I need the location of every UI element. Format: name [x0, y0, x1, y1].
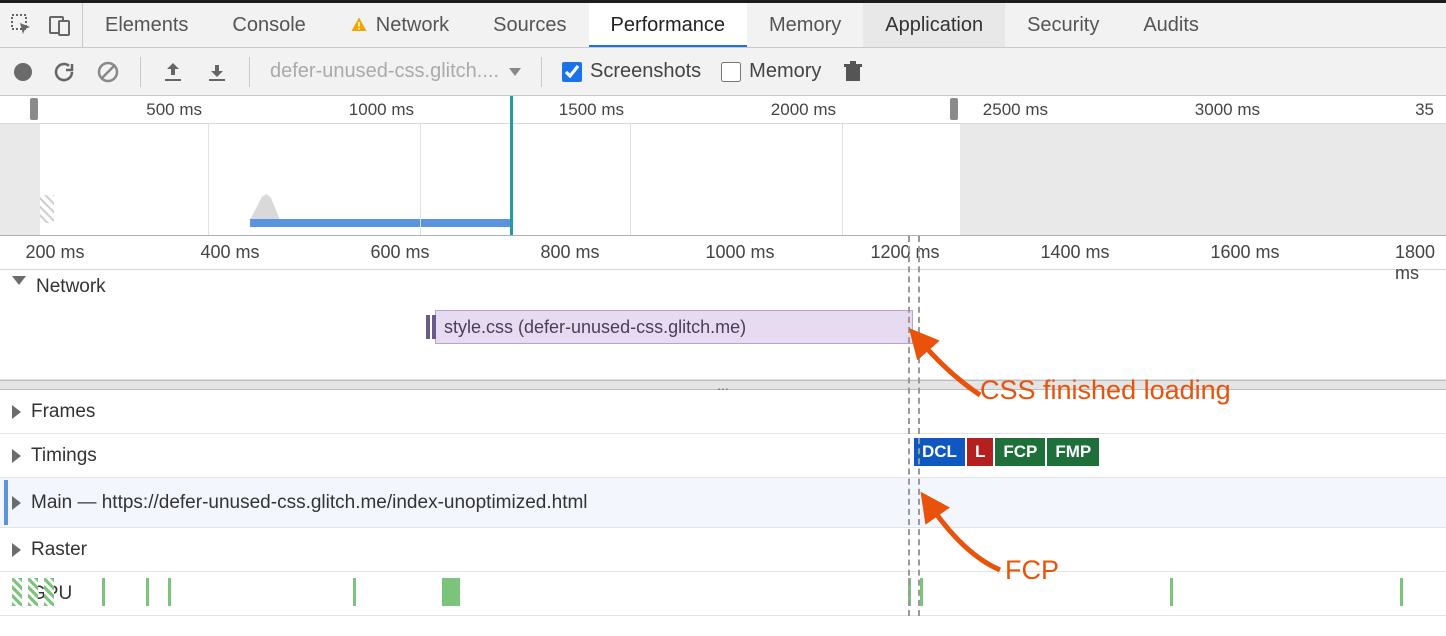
- inspect-buttons: [0, 3, 83, 47]
- network-request-bar[interactable]: style.css (defer-unused-css.glitch.me): [435, 310, 913, 344]
- request-queue-marker: [426, 315, 430, 339]
- overview-tick: 2500 ms: [983, 100, 1054, 120]
- profile-select-value: defer-unused-css.glitch....: [270, 60, 499, 83]
- disclosure-triangle-icon[interactable]: [12, 449, 21, 463]
- warning-icon: [350, 16, 368, 34]
- chevron-down-icon: [509, 68, 521, 76]
- track-label: Main — https://defer-unused-css.glitch.m…: [31, 492, 588, 514]
- tab-console[interactable]: Console: [210, 3, 327, 47]
- disclosure-triangle-icon[interactable]: [12, 276, 26, 285]
- badge-dcl[interactable]: DCL: [914, 438, 965, 466]
- tab-network[interactable]: Network: [328, 3, 471, 47]
- detail-tick: 400 ms: [200, 242, 259, 263]
- inspect-element-icon[interactable]: [10, 13, 34, 37]
- tab-sources[interactable]: Sources: [471, 3, 588, 47]
- disclosure-triangle-icon[interactable]: [12, 405, 21, 419]
- tab-label: Audits: [1143, 14, 1199, 37]
- tab-label: Memory: [769, 14, 841, 37]
- disclosure-triangle-icon[interactable]: [12, 543, 21, 557]
- timings-badges: DCL L FCP FMP: [914, 438, 1099, 466]
- track-label: Timings: [31, 445, 97, 467]
- memory-checkbox[interactable]: Memory: [721, 60, 821, 83]
- tab-label: Network: [376, 14, 449, 37]
- track-main[interactable]: Main — https://defer-unused-css.glitch.m…: [0, 478, 1446, 528]
- tab-audits[interactable]: Audits: [1121, 3, 1221, 47]
- tab-label: Sources: [493, 14, 566, 37]
- track-network[interactable]: Network style.css (defer-unused-css.glit…: [0, 270, 1446, 380]
- overview-ruler: 500 ms 1000 ms 1500 ms 2000 ms 2500 ms 3000 m…: [0, 96, 1446, 124]
- tab-application[interactable]: Application: [863, 3, 1005, 47]
- detail-tick: 800 ms: [540, 242, 599, 263]
- overview-timeline[interactable]: 500 ms 1000 ms 1500 ms 2000 ms 2500 ms 3000 m…: [0, 96, 1446, 236]
- toggle-device-icon[interactable]: [48, 13, 72, 37]
- network-request-label: style.css (defer-unused-css.glitch.me): [444, 317, 746, 338]
- track-frames[interactable]: Frames: [0, 390, 1446, 434]
- detail-tick: 200 ms: [25, 242, 84, 263]
- performance-toolbar: defer-unused-css.glitch.... Screenshots …: [0, 48, 1446, 96]
- badge-load[interactable]: L: [967, 438, 993, 466]
- checkbox-label: Screenshots: [590, 60, 701, 83]
- detail-ruler[interactable]: 200 ms 400 ms 600 ms 800 ms 1000 ms 1200 ms 14…: [0, 236, 1446, 270]
- upload-profile-button[interactable]: [161, 60, 185, 84]
- record-button[interactable]: [14, 63, 32, 81]
- main-track-indicator: [4, 480, 8, 525]
- tab-label: Security: [1027, 14, 1099, 37]
- tab-label: Application: [885, 14, 983, 37]
- checkbox-label: Memory: [749, 60, 821, 83]
- overview-tick: 3000 ms: [1195, 100, 1266, 120]
- reload-button[interactable]: [52, 60, 76, 84]
- badge-fcp[interactable]: FCP: [995, 438, 1045, 466]
- detail-tick: 600 ms: [370, 242, 429, 263]
- overview-tick: 35: [1415, 100, 1440, 120]
- badge-fmp[interactable]: FMP: [1047, 438, 1099, 466]
- track-raster[interactable]: Raster: [0, 528, 1446, 572]
- overview-tick: 2000 ms: [771, 100, 842, 120]
- detail-tick: 1200 ms: [870, 242, 939, 263]
- detail-pane: 200 ms 400 ms 600 ms 800 ms 1000 ms 1200 ms 14…: [0, 236, 1446, 616]
- overview-activity-bump: [250, 194, 280, 220]
- timing-marker-line: [918, 236, 920, 616]
- screenshots-checkbox-input[interactable]: [562, 62, 582, 82]
- download-profile-button[interactable]: [205, 60, 229, 84]
- profile-select[interactable]: defer-unused-css.glitch....: [270, 60, 521, 83]
- track-label: Network: [36, 276, 106, 298]
- detail-tick: 1600 ms: [1210, 242, 1279, 263]
- tab-memory[interactable]: Memory: [747, 3, 863, 47]
- disclosure-triangle-icon[interactable]: [12, 496, 21, 510]
- memory-checkbox-input[interactable]: [721, 62, 741, 82]
- overview-marker-line: [510, 96, 513, 235]
- tab-security[interactable]: Security: [1005, 3, 1121, 47]
- track-timings[interactable]: Timings DCL L FCP FMP: [0, 434, 1446, 478]
- overview-selection-handle[interactable]: [30, 98, 38, 120]
- track-label: Raster: [31, 539, 87, 561]
- gpu-activity-strip: [0, 578, 1446, 606]
- tab-elements[interactable]: Elements: [83, 3, 210, 47]
- screenshots-checkbox[interactable]: Screenshots: [562, 60, 701, 83]
- overview-tick: 1500 ms: [559, 100, 630, 120]
- track-gpu[interactable]: GPU: [0, 572, 1446, 616]
- tab-label: Console: [232, 14, 305, 37]
- devtools-tabbar: Elements Console Network Sources Perform…: [0, 0, 1446, 48]
- overview-tick: 1000 ms: [349, 100, 420, 120]
- detail-tick: 1400 ms: [1040, 242, 1109, 263]
- track-label: Frames: [31, 401, 95, 423]
- request-queue-marker: [432, 315, 436, 339]
- tab-performance[interactable]: Performance: [589, 3, 748, 47]
- timing-marker-line: [908, 236, 910, 616]
- tab-label: Elements: [105, 14, 188, 37]
- resizer[interactable]: ...: [0, 380, 1446, 390]
- clear-button[interactable]: [96, 60, 120, 84]
- overview-tick: 500 ms: [146, 100, 208, 120]
- delete-profile-button[interactable]: [841, 60, 865, 84]
- detail-tick: 1000 ms: [705, 242, 774, 263]
- overview-network-bar: [250, 219, 510, 227]
- tab-label: Performance: [611, 14, 726, 37]
- overview-selection-handle[interactable]: [950, 98, 958, 120]
